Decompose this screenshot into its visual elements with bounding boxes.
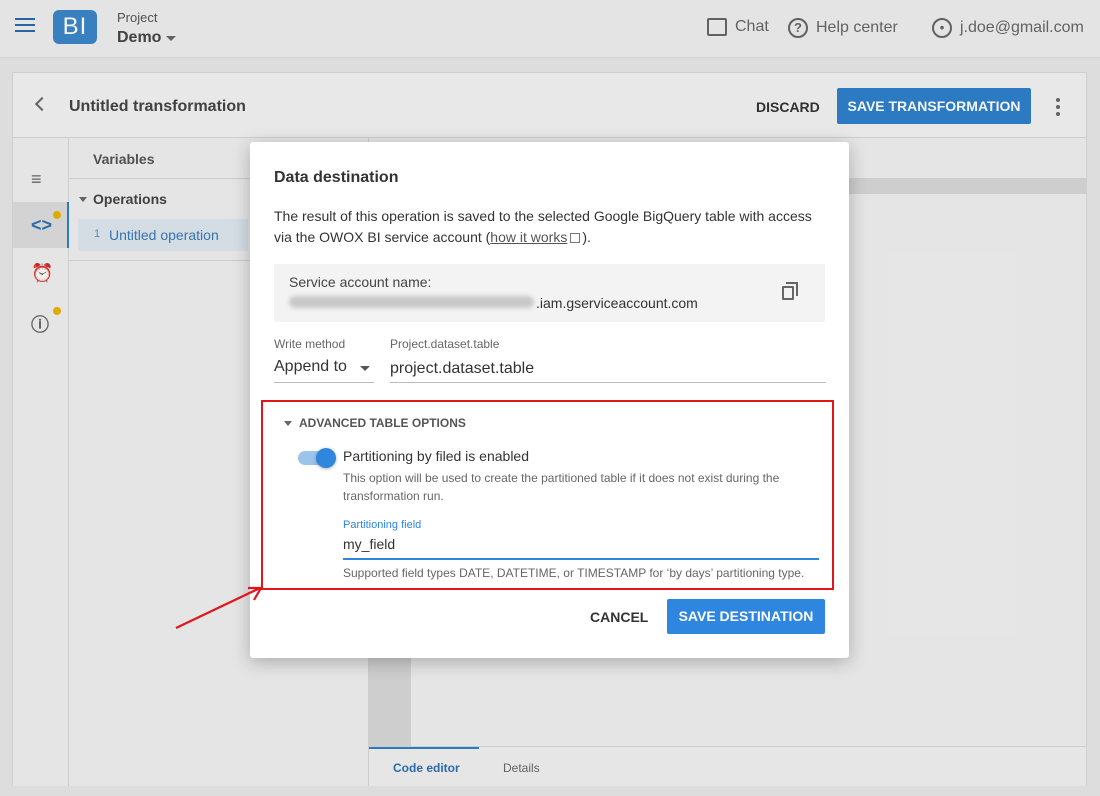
how-it-works-link[interactable]: how it works <box>490 229 567 245</box>
partitioning-switch-label: Partitioning by filed is enabled <box>343 448 530 464</box>
partitioning-field-help: Supported field types DATE, DATETIME, or… <box>343 566 805 580</box>
write-method-label: Write method <box>274 337 346 351</box>
partitioning-field-label: Partitioning field <box>343 519 422 531</box>
advanced-options-highlight: ADVANCED TABLE OPTIONS Partitioning by f… <box>261 400 834 590</box>
dialog-title: Data destination <box>274 169 399 186</box>
dropdown-caret-icon <box>360 366 370 371</box>
table-field-label: Project.dataset.table <box>390 337 500 351</box>
partitioning-field-input[interactable] <box>343 534 819 560</box>
service-account-label: Service account name: <box>289 274 432 290</box>
service-account-id-blurred <box>289 296 534 308</box>
switch-thumb <box>316 448 336 468</box>
advanced-table-options-toggle[interactable]: ADVANCED TABLE OPTIONS <box>299 416 466 430</box>
write-method-value: Append to <box>274 358 347 375</box>
save-destination-button[interactable]: SAVE DESTINATION <box>667 599 825 634</box>
copy-icon[interactable] <box>782 282 798 300</box>
cancel-button[interactable]: CANCEL <box>580 599 658 635</box>
data-destination-dialog: Data destination The result of this oper… <box>250 142 849 658</box>
external-link-icon[interactable] <box>570 233 581 243</box>
description-suffix: ). <box>582 229 591 245</box>
table-input[interactable] <box>390 354 826 383</box>
annotation-arrow <box>175 586 263 629</box>
service-account-domain: .iam.gserviceaccount.com <box>536 295 698 311</box>
dialog-description: The result of this operation is saved to… <box>274 206 826 248</box>
caret-down-icon[interactable] <box>284 421 292 426</box>
write-method-select[interactable]: Append to <box>274 354 374 383</box>
service-account-box: Service account name: .iam.gserviceaccou… <box>274 264 825 322</box>
partitioning-help-text: This option will be used to create the p… <box>343 471 780 503</box>
partitioning-switch[interactable] <box>298 448 336 468</box>
